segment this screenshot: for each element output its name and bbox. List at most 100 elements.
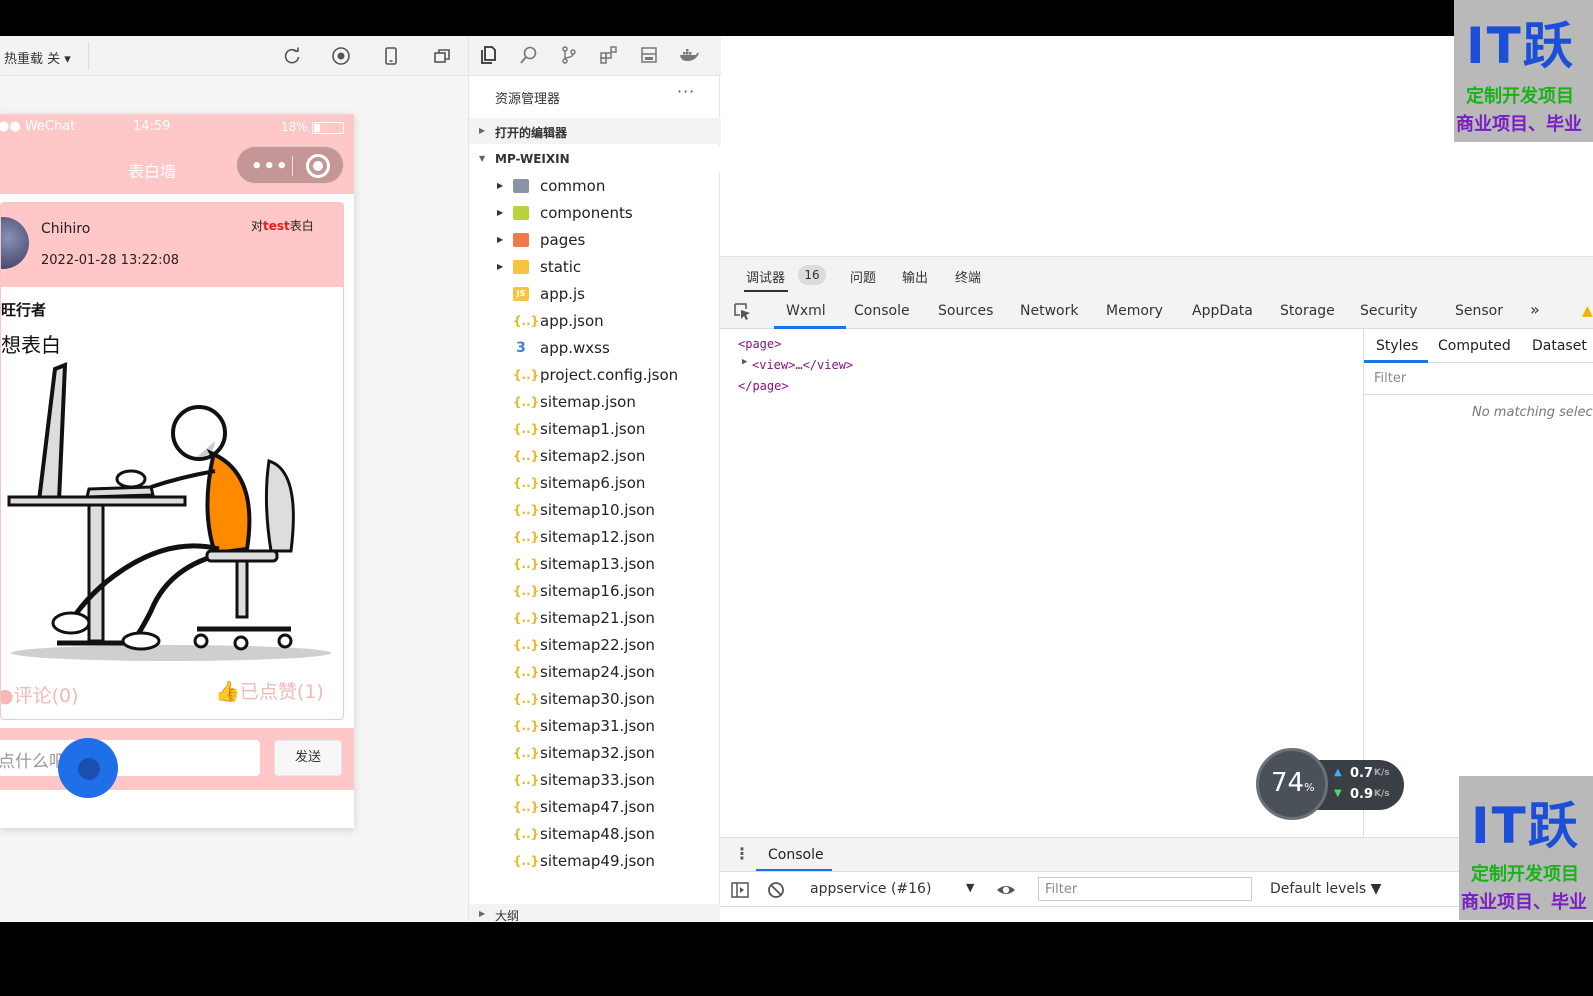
tab-security[interactable]: Security	[1360, 303, 1418, 319]
outline-section[interactable]: ▶ 大纲	[469, 904, 721, 922]
file-row[interactable]: JS app.js	[469, 281, 721, 308]
like-button[interactable]: 👍已点赞(1)	[215, 677, 324, 704]
file-row[interactable]: {..} sitemap10.json	[469, 497, 721, 524]
more-tabs-icon[interactable]: »	[1530, 300, 1540, 319]
folder-row-components[interactable]: ▶ components	[469, 200, 721, 227]
open-editors-section[interactable]: ▶ 打开的编辑器	[469, 118, 721, 144]
eye-icon[interactable]	[996, 880, 1016, 900]
tab-output[interactable]: 输出	[902, 267, 928, 286]
tab-memory[interactable]: Memory	[1106, 303, 1163, 319]
file-name: sitemap6.json	[540, 474, 646, 492]
capsule-menu[interactable]: •••	[236, 146, 344, 184]
source-control-icon[interactable]	[559, 45, 579, 65]
tab-issues[interactable]: 问题	[850, 267, 876, 286]
file-row[interactable]: {..} sitemap16.json	[469, 578, 721, 605]
docker-icon[interactable]	[679, 45, 699, 65]
file-row[interactable]: {..} sitemap30.json	[469, 686, 721, 713]
tab-appdata[interactable]: AppData	[1192, 303, 1253, 319]
tab-debugger[interactable]: 调试器	[746, 267, 785, 286]
more-actions-icon[interactable]: ···	[677, 82, 695, 101]
close-target-icon[interactable]	[306, 154, 330, 178]
file-row[interactable]: {..} sitemap31.json	[469, 713, 721, 740]
hot-reload-toggle[interactable]: 热重载 关 ▾	[4, 48, 71, 67]
json-file-icon: {..}	[513, 368, 540, 382]
json-file-icon: {..}	[513, 665, 540, 679]
post-time: 2022-01-28 13:22:08	[41, 253, 180, 268]
files-icon[interactable]	[479, 45, 499, 65]
reply-input[interactable]: 点什么吧...	[0, 740, 260, 776]
tab-styles[interactable]: Styles	[1376, 338, 1418, 354]
avatar[interactable]	[1, 217, 29, 269]
upload-unit: K/s	[1374, 768, 1390, 778]
drawer-menu-icon[interactable]: ⋮	[734, 844, 750, 863]
more-dots-icon[interactable]: •••	[251, 156, 289, 177]
file-row[interactable]: {..} project.config.json	[469, 362, 721, 389]
json-file-icon: {..}	[513, 476, 540, 490]
send-button[interactable]: 发送	[274, 740, 342, 776]
tab-network[interactable]: Network	[1020, 303, 1078, 319]
drawer-tab-console[interactable]: Console	[768, 847, 824, 863]
tab-sensor[interactable]: Sensor	[1455, 303, 1503, 319]
watermark-line1: 定制开发项目	[1471, 864, 1579, 885]
file-row[interactable]: {..} sitemap22.json	[469, 632, 721, 659]
post-card[interactable]: Chihiro 2022-01-28 13:22:08 对test表白 旺行者 …	[0, 202, 344, 720]
file-row[interactable]: {..} sitemap13.json	[469, 551, 721, 578]
warning-icon[interactable]: ▲	[1582, 303, 1593, 319]
file-row[interactable]: {..} sitemap49.json	[469, 848, 721, 875]
tab-wxml[interactable]: Wxml	[786, 303, 826, 319]
styles-filter-input[interactable]: Filter	[1364, 363, 1593, 395]
tab-sources[interactable]: Sources	[938, 303, 993, 319]
like-count: 已点赞(1)	[239, 681, 324, 703]
refresh-icon[interactable]	[282, 46, 302, 66]
clear-console-icon[interactable]	[766, 880, 786, 900]
file-row[interactable]: {..} sitemap.json	[469, 389, 721, 416]
post-user-name: Chihiro	[41, 221, 91, 237]
search-icon[interactable]	[519, 45, 539, 65]
window-icon[interactable]	[432, 46, 452, 66]
folder-name: pages	[540, 231, 586, 249]
comment-button[interactable]: ●评论(0)	[1, 681, 79, 708]
file-row[interactable]: {..} app.json	[469, 308, 721, 335]
console-filter-input[interactable]: Filter	[1038, 877, 1252, 901]
stop-icon[interactable]	[331, 46, 351, 66]
file-row[interactable]: {..} sitemap48.json	[469, 821, 721, 848]
file-name: sitemap48.json	[540, 825, 655, 843]
file-row[interactable]: {..} sitemap2.json	[469, 443, 721, 470]
simulator-area: ●● WeChat 14:59 18% 表白墙 ••• Chihiro 2022…	[0, 76, 468, 922]
folder-row-pages[interactable]: ▶ pages	[469, 227, 721, 254]
log-levels-select[interactable]: Default levels ▼	[1270, 881, 1381, 897]
file-row[interactable]: {..} sitemap33.json	[469, 767, 721, 794]
wxml-node-page-close[interactable]: </page>	[738, 379, 789, 393]
download-unit: K/s	[1374, 789, 1390, 799]
expand-triangle-icon[interactable]: ▶	[742, 357, 747, 367]
mini-program-navbar: 表白墙 •••	[0, 140, 354, 194]
tab-console[interactable]: Console	[854, 303, 910, 319]
toolbar-divider	[88, 42, 89, 70]
file-row[interactable]: {..} sitemap6.json	[469, 470, 721, 497]
sidebar-toggle-icon[interactable]	[730, 880, 750, 900]
inspect-element-icon[interactable]	[732, 301, 752, 321]
file-row[interactable]: {..} sitemap47.json	[469, 794, 721, 821]
extensions-icon[interactable]	[599, 45, 619, 65]
tab-terminal[interactable]: 终端	[955, 267, 981, 286]
wxml-node-view[interactable]: <view>…</view>	[752, 358, 853, 372]
watermark-line1: 定制开发项目	[1466, 86, 1574, 107]
file-row[interactable]: 3 app.wxss	[469, 335, 721, 362]
file-name: sitemap21.json	[540, 609, 655, 627]
file-row[interactable]: {..} sitemap32.json	[469, 740, 721, 767]
file-row[interactable]: {..} sitemap12.json	[469, 524, 721, 551]
file-row[interactable]: {..} sitemap21.json	[469, 605, 721, 632]
tab-dataset[interactable]: Dataset	[1532, 338, 1587, 354]
file-row[interactable]: {..} sitemap24.json	[469, 659, 721, 686]
file-name: sitemap.json	[540, 393, 636, 411]
project-section[interactable]: ▼ MP-WEIXIN	[469, 146, 721, 172]
folder-row-common[interactable]: ▶ common	[469, 173, 721, 200]
layout-icon[interactable]	[639, 45, 659, 65]
folder-row-static[interactable]: ▶ static	[469, 254, 721, 281]
tab-computed[interactable]: Computed	[1438, 338, 1511, 354]
wxml-node-page-open[interactable]: <page>	[738, 337, 781, 351]
phone-icon[interactable]	[381, 46, 401, 66]
tab-storage[interactable]: Storage	[1280, 303, 1335, 319]
context-select[interactable]: appservice (#16) ▼	[810, 881, 978, 897]
file-row[interactable]: {..} sitemap1.json	[469, 416, 721, 443]
